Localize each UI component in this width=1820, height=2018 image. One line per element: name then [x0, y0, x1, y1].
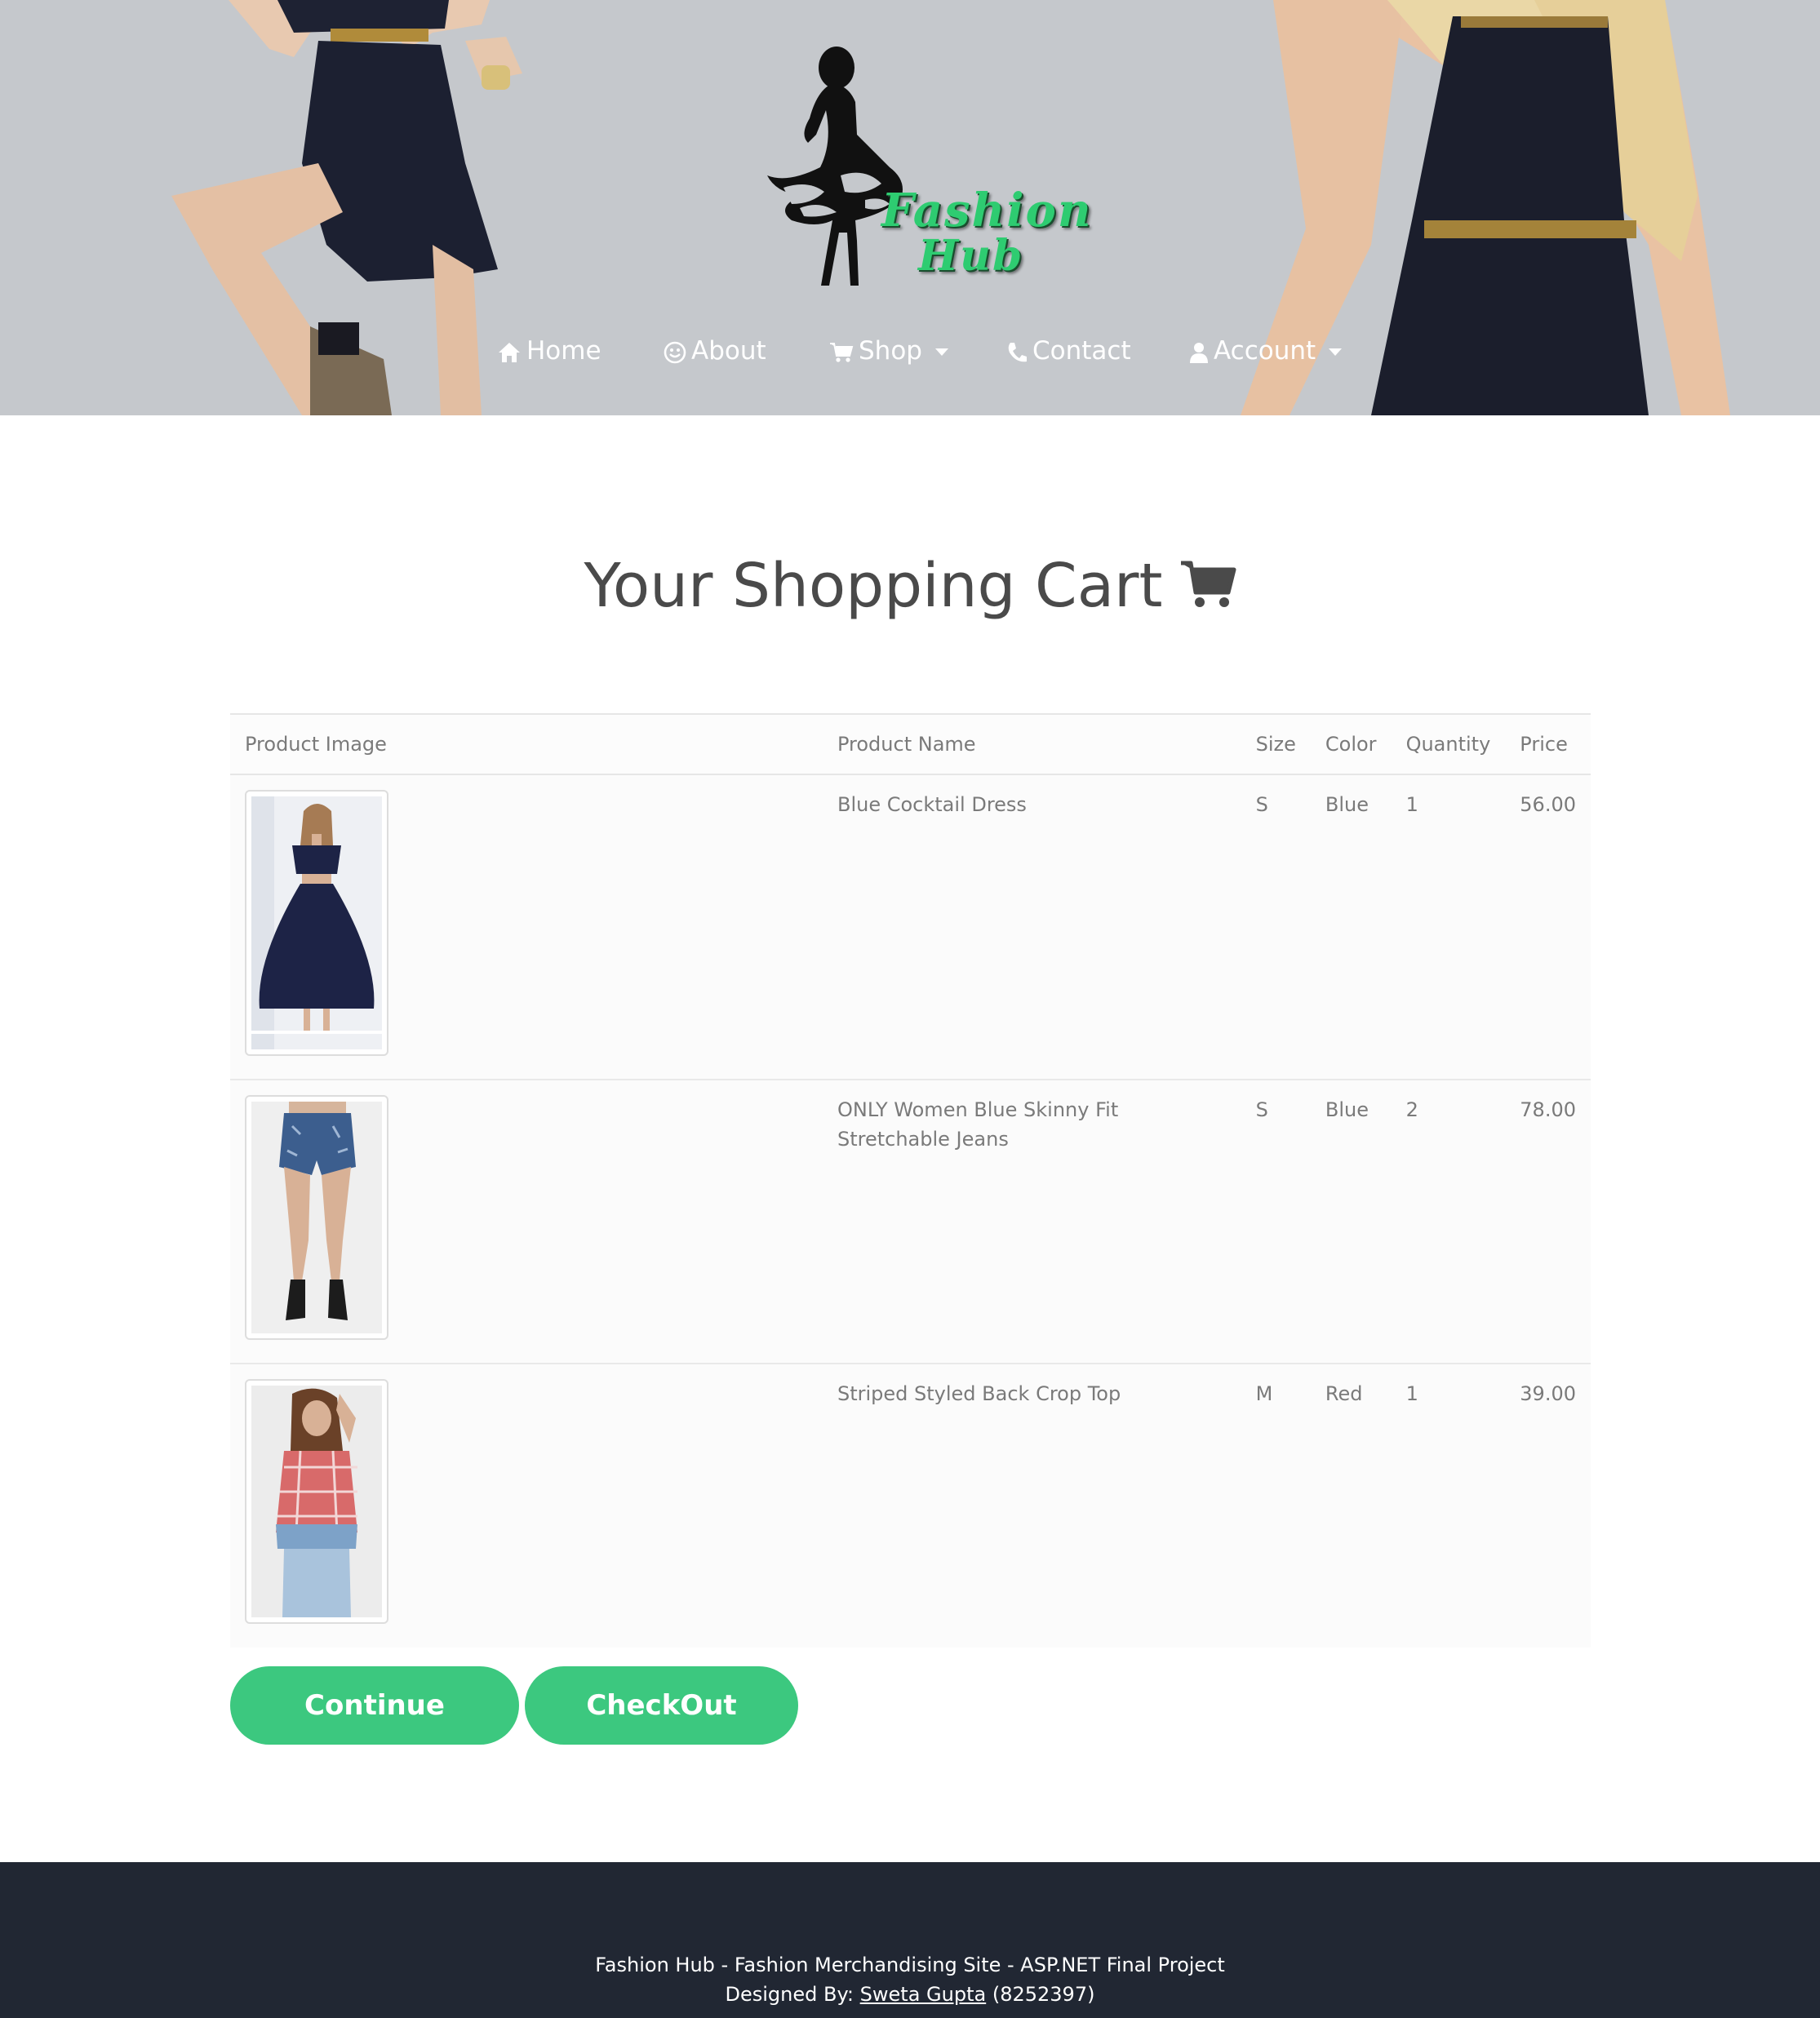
column-header-price: Price: [1505, 713, 1591, 775]
page-title-text: Your Shopping Cart: [584, 551, 1163, 621]
cart-table: Product Image Product Name Size Color Qu…: [230, 713, 1591, 1648]
continue-shopping-button[interactable]: Continue Shopping: [230, 1666, 519, 1800]
column-header-product-name: Product Name: [822, 713, 1241, 775]
table-row: Striped Styled Back Crop Top M Red 1 39.…: [230, 1364, 1591, 1648]
column-header-product-image: Product Image: [230, 713, 823, 775]
product-price: 39.00: [1505, 1364, 1591, 1648]
logo-text-hub: Hub: [918, 231, 1024, 281]
product-size: S: [1241, 1080, 1311, 1364]
footer-designer-line: Designed By: Sweta Gupta (8252397): [0, 1983, 1820, 2006]
product-color: Red: [1310, 1364, 1392, 1648]
product-thumbnail[interactable]: [245, 790, 388, 1056]
nav-item-account[interactable]: Account: [1189, 328, 1343, 374]
product-image-cell: [230, 1364, 823, 1648]
nav-item-about-label: About: [691, 336, 766, 366]
product-thumbnail[interactable]: [245, 1095, 388, 1340]
nav-item-about[interactable]: About: [664, 328, 766, 374]
logo-woman-silhouette-icon: [767, 47, 903, 286]
product-name: Striped Styled Back Crop Top: [822, 1364, 1241, 1648]
product-image-cell: [230, 774, 823, 1080]
column-header-size: Size: [1241, 713, 1311, 775]
product-name: Blue Cocktail Dress: [822, 774, 1241, 1080]
page-title: Your Shopping Cart: [0, 545, 1820, 627]
product-price: 56.00: [1505, 774, 1591, 1080]
product-quantity: 2: [1391, 1080, 1506, 1364]
product-price: 78.00: [1505, 1080, 1591, 1364]
nav-item-contact-label: Contact: [1032, 336, 1131, 366]
product-name: ONLY Women Blue Skinny Fit Stretchable J…: [822, 1080, 1241, 1364]
product-image-top: [251, 1386, 382, 1617]
table-row: Blue Cocktail Dress S Blue 1 56.00: [230, 774, 1591, 1080]
nav-item-account-label: Account: [1214, 336, 1316, 366]
nav-item-contact[interactable]: Contact: [1006, 328, 1131, 374]
product-quantity: 1: [1391, 774, 1506, 1080]
footer-designed-by-label: Designed By:: [725, 1983, 855, 2006]
cart-icon: [830, 342, 854, 362]
footer: Fashion Hub - Fashion Merchandising Site…: [0, 1862, 1820, 2018]
product-quantity: 1: [1391, 1364, 1506, 1648]
product-image-cell: [230, 1080, 823, 1364]
product-size: M: [1241, 1364, 1311, 1648]
nav-item-shop[interactable]: Shop: [829, 328, 948, 374]
product-color: Blue: [1310, 1080, 1392, 1364]
column-header-color: Color: [1310, 713, 1392, 775]
product-thumbnail[interactable]: [245, 1379, 388, 1624]
phone-icon: [1008, 342, 1027, 361]
product-color: Blue: [1310, 774, 1392, 1080]
table-header-row: Product Image Product Name Size Color Qu…: [230, 713, 1591, 775]
product-image-dress: [251, 796, 382, 1049]
nav-item-shop-label: Shop: [859, 336, 922, 366]
product-size: S: [1241, 774, 1311, 1080]
home-icon: [499, 342, 520, 362]
designer-id: (8252397): [992, 1983, 1095, 2006]
logo-text-fashion: Fashion: [881, 184, 1093, 237]
table-row: ONLY Women Blue Skinny Fit Stretchable J…: [230, 1080, 1591, 1364]
shopping-cart-icon: [1180, 561, 1236, 608]
product-image-jeans: [251, 1102, 382, 1333]
main-nav: Home About Shop Contact Account: [0, 328, 1820, 374]
checkout-button[interactable]: CheckOut: [525, 1666, 798, 1745]
chevron-down-icon: [934, 348, 948, 356]
brand-logo[interactable]: Fashion Hub: [751, 45, 1091, 298]
footer-project-text: Fashion Hub - Fashion Merchandising Site…: [595, 1954, 1225, 1976]
user-icon: [1190, 342, 1208, 363]
smile-icon: [664, 341, 686, 363]
nav-item-home-label: Home: [526, 336, 601, 366]
hero-header: Fashion Hub Home About Shop Contact Acco…: [0, 0, 1820, 415]
column-header-quantity: Quantity: [1391, 713, 1506, 775]
nav-item-home[interactable]: Home: [497, 328, 601, 374]
chevron-down-icon: [1329, 348, 1343, 356]
designer-link[interactable]: Sweta Gupta: [860, 1983, 987, 2006]
